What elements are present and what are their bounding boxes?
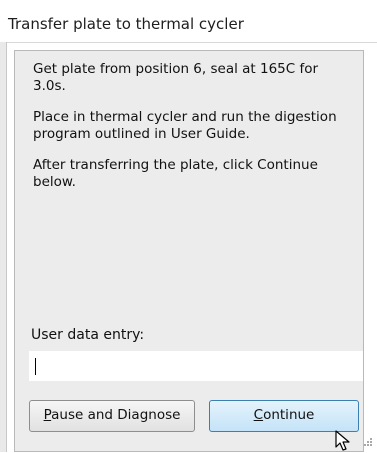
arrow-cursor-icon — [335, 430, 350, 451]
user-data-entry-label: User data entry: — [31, 327, 145, 343]
pause-and-diagnose-button[interactable]: Pause and Diagnose — [29, 400, 195, 432]
message-line: Get plate from position 6, seal at 165C … — [33, 61, 319, 77]
window-title: Transfer plate to thermal cycler — [8, 15, 244, 33]
resize-grip-icon[interactable] — [358, 436, 374, 450]
message-line: below. — [33, 174, 76, 190]
continue-button-mnemonic: C — [253, 407, 264, 423]
continue-button-label: ontinue — [263, 407, 315, 423]
pause-button-mnemonic: P — [43, 407, 52, 423]
user-data-entry-input[interactable] — [29, 351, 363, 381]
dialog-panel: Get plate from position 6, seal at 165C … — [14, 50, 364, 452]
message-area: Get plate from position 6, seal at 165C … — [23, 57, 353, 325]
window-left-edge — [0, 42, 7, 452]
message-line: After transferring the plate, click Cont… — [33, 157, 318, 173]
message-line: program outlined in User Guide. — [33, 126, 250, 142]
title-bar: Transfer plate to thermal cycler — [0, 0, 377, 44]
continue-button[interactable]: Continue — [209, 400, 359, 432]
text-caret — [35, 358, 36, 375]
message-line: 3.0s. — [33, 78, 66, 94]
pause-button-label: ause and Diagnose — [51, 407, 181, 423]
message-line: Place in thermal cycler and run the dige… — [33, 109, 337, 125]
